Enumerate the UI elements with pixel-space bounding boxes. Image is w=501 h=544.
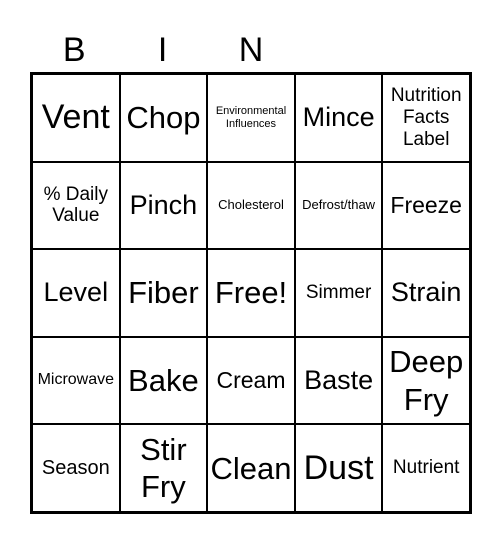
header-letter: I (157, 31, 168, 69)
header-letter: N (238, 31, 264, 69)
bingo-cell[interactable]: % Daily Value (32, 161, 120, 250)
bingo-header: B I N (30, 30, 472, 70)
header-letter (384, 30, 472, 70)
bingo-cell[interactable]: Strain (382, 249, 470, 337)
bingo-grid: Vent Chop Environmental Influences Mince… (30, 72, 472, 514)
bingo-cell[interactable]: Pinch (119, 161, 208, 250)
bingo-cell[interactable]: Clean (207, 424, 295, 512)
bingo-cell[interactable]: Nutrition Facts Label (382, 74, 470, 162)
bingo-cell[interactable]: Defrost/thaw (294, 161, 383, 250)
bingo-cell[interactable]: Simmer (294, 249, 383, 337)
bingo-cell[interactable]: Bake (119, 336, 208, 425)
bingo-cell[interactable]: Freeze (382, 161, 470, 250)
bingo-cell[interactable]: Baste (294, 336, 383, 425)
bingo-cell[interactable]: Cholesterol (207, 161, 295, 250)
bingo-cell[interactable]: Season (32, 424, 120, 512)
bingo-cell[interactable]: Nutrient (382, 424, 470, 512)
bingo-cell[interactable]: Deep Fry (382, 336, 470, 425)
bingo-cell[interactable]: Vent (32, 74, 120, 162)
bingo-cell[interactable]: Free! (207, 249, 295, 337)
bingo-cell[interactable]: Environmental Influences (207, 74, 295, 162)
bingo-cell[interactable]: Level (32, 249, 120, 337)
bingo-cell[interactable]: Dust (294, 424, 383, 512)
bingo-cell[interactable]: Stir Fry (119, 424, 208, 512)
bingo-cell[interactable]: Fiber (119, 249, 208, 337)
bingo-cell[interactable]: Microwave (32, 336, 120, 425)
bingo-cell[interactable]: Chop (119, 74, 208, 162)
bingo-cell[interactable]: Mince (294, 74, 383, 162)
header-letter (295, 30, 383, 70)
header-letter: B (62, 31, 86, 69)
bingo-cell[interactable]: Cream (207, 336, 295, 425)
